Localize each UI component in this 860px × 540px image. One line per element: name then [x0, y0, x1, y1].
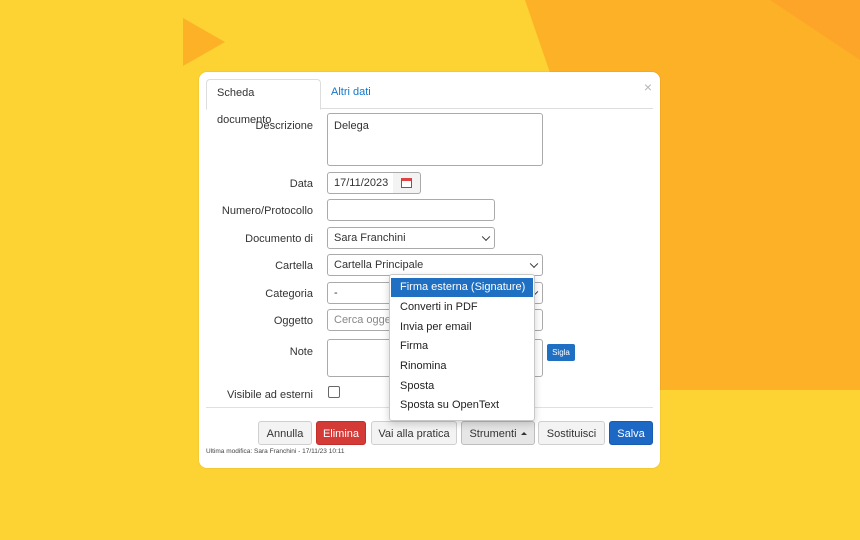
- calendar-button[interactable]: [393, 172, 421, 194]
- oggetto-label: Oggetto: [273, 315, 313, 327]
- menu-item-firma[interactable]: Firma: [391, 337, 533, 356]
- data-label: Data: [289, 178, 313, 190]
- chevron-down-icon: [481, 232, 491, 242]
- categoria-value: -: [334, 287, 338, 299]
- tab-bar: Scheda documento Altri dati: [206, 79, 653, 126]
- numero-input[interactable]: [327, 199, 495, 221]
- vai-alla-pratica-button[interactable]: Vai alla pratica: [371, 421, 457, 445]
- cartella-label: Cartella: [275, 260, 313, 272]
- salva-button[interactable]: Salva: [609, 421, 653, 445]
- documento-di-value: Sara Franchini: [334, 232, 406, 244]
- visibile-checkbox[interactable]: [328, 386, 340, 398]
- cartella-value: Cartella Principale: [334, 259, 424, 271]
- visibile-label: Visibile ad esterni: [226, 389, 313, 401]
- annulla-button[interactable]: Annulla: [258, 421, 312, 445]
- cartella-select[interactable]: Cartella Principale: [327, 254, 543, 276]
- documento-di-label: Documento di: [245, 233, 313, 245]
- descrizione-label: Descrizione: [255, 120, 313, 132]
- data-input[interactable]: 17/11/2023: [327, 172, 394, 194]
- data-value: 17/11/2023: [334, 177, 389, 189]
- descrizione-textarea[interactable]: Delega: [327, 113, 543, 166]
- menu-item-rinomina[interactable]: Rinomina: [391, 357, 533, 376]
- chevron-down-icon: [529, 259, 539, 269]
- strumenti-dropdown-menu: Firma esterna (Signature) Converti in PD…: [389, 274, 535, 421]
- last-modified-text: Ultima modifica: Sara Franchini - 17/11/…: [206, 448, 345, 455]
- sigla-button[interactable]: Sigla: [547, 344, 575, 361]
- elimina-button[interactable]: Elimina: [316, 421, 366, 445]
- caret-up-icon: [520, 432, 527, 435]
- documento-di-select[interactable]: Sara Franchini: [327, 227, 495, 249]
- menu-item-firma-esterna[interactable]: Firma esterna (Signature): [391, 278, 533, 297]
- tab-scheda-documento[interactable]: Scheda documento: [206, 79, 321, 126]
- categoria-label: Categoria: [265, 288, 313, 300]
- menu-item-sposta[interactable]: Sposta: [391, 377, 533, 396]
- sostituisci-button[interactable]: Sostituisci: [538, 421, 605, 445]
- calendar-icon: [401, 178, 412, 188]
- document-dialog: × Scheda documento Altri dati Descrizion…: [199, 72, 660, 468]
- background-play-triangle: [183, 18, 225, 66]
- menu-item-invia-email[interactable]: Invia per email: [391, 318, 533, 337]
- strumenti-button[interactable]: Strumenti: [461, 421, 535, 445]
- menu-item-converti-pdf[interactable]: Converti in PDF: [391, 298, 533, 317]
- strumenti-label: Strumenti: [469, 428, 517, 440]
- menu-item-sposta-opentext[interactable]: Sposta su OpenText: [391, 396, 533, 415]
- tab-altri-dati[interactable]: Altri dati: [321, 79, 381, 107]
- note-label: Note: [289, 346, 313, 358]
- descrizione-value: Delega: [334, 120, 369, 132]
- numero-label: Numero/Protocollo: [221, 205, 313, 217]
